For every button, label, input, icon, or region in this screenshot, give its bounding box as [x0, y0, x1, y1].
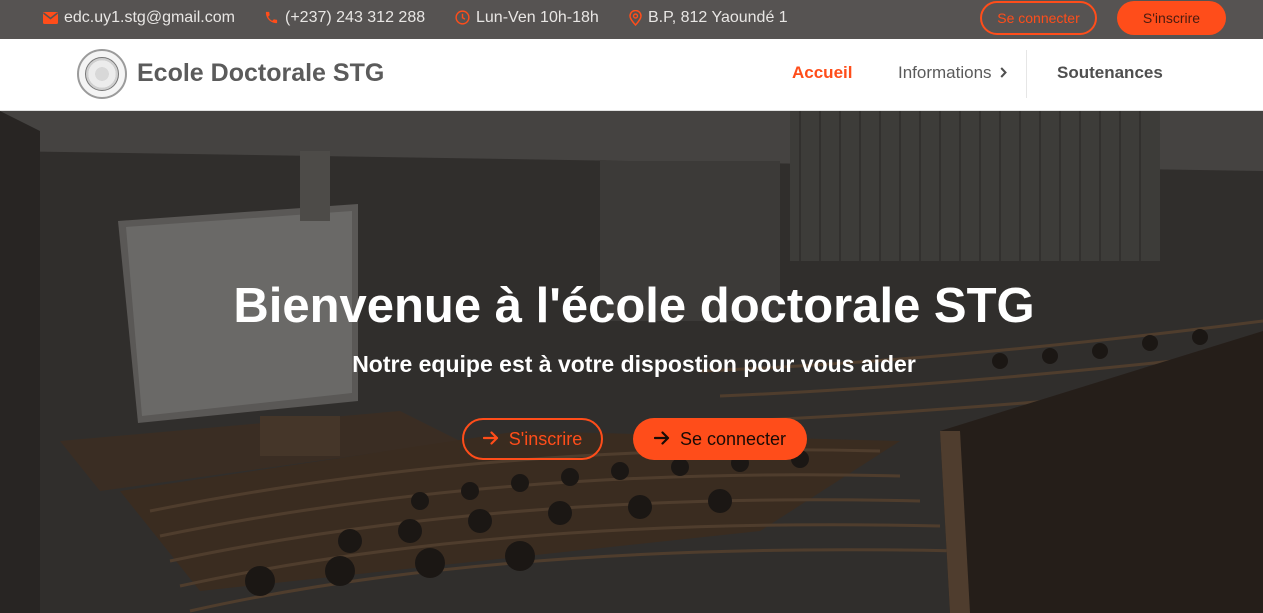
- hero-title: Bienvenue à l'école doctorale STG: [233, 279, 1035, 333]
- hero-register-label: S'inscrire: [508, 428, 583, 449]
- phone-icon: [264, 10, 279, 25]
- hero-login-label: Se connecter: [679, 428, 787, 449]
- top-login-button[interactable]: Se connecter: [980, 1, 1097, 35]
- hero-section: Bienvenue à l'école doctorale STG Notre …: [0, 111, 1263, 613]
- clock-icon: [455, 10, 470, 25]
- nav-divider: [1026, 50, 1027, 98]
- main-navbar: Ecole Doctorale STG Accueil Informations…: [0, 39, 1263, 111]
- map-pin-icon: [629, 9, 642, 26]
- nav-item-soutenances[interactable]: Soutenances: [1057, 63, 1163, 83]
- top-register-button[interactable]: S'inscrire: [1117, 1, 1226, 35]
- contact-email[interactable]: edc.uy1.stg@gmail.com: [43, 0, 235, 35]
- school-logo[interactable]: [77, 49, 127, 99]
- address-text: B.P, 812 Yaoundé 1: [648, 8, 788, 26]
- hours-text: Lun-Ven 10h-18h: [476, 8, 599, 26]
- arrow-right-icon: [482, 429, 499, 450]
- brand-name[interactable]: Ecole Doctorale STG: [137, 59, 384, 88]
- nav-item-accueil[interactable]: Accueil: [792, 63, 852, 83]
- contact-address: B.P, 812 Yaoundé 1: [629, 0, 788, 35]
- phone-text: (+237) 243 312 288: [285, 8, 426, 26]
- nav-item-informations[interactable]: Informations: [898, 63, 1007, 83]
- top-contact-bar: edc.uy1.stg@gmail.com (+237) 243 312 288…: [0, 0, 1263, 39]
- contact-hours: Lun-Ven 10h-18h: [455, 0, 599, 35]
- email-text: edc.uy1.stg@gmail.com: [64, 8, 235, 26]
- nav-item-informations-label: Informations: [898, 63, 992, 82]
- hero-login-button[interactable]: Se connecter: [633, 418, 807, 460]
- arrow-right-icon: [653, 429, 670, 450]
- envelope-icon: [43, 11, 58, 24]
- contact-phone[interactable]: (+237) 243 312 288: [264, 0, 425, 35]
- chevron-right-icon: [1000, 63, 1007, 83]
- hero-subtitle: Notre equipe est à votre dispostion pour…: [352, 351, 916, 377]
- hero-register-button[interactable]: S'inscrire: [462, 418, 603, 460]
